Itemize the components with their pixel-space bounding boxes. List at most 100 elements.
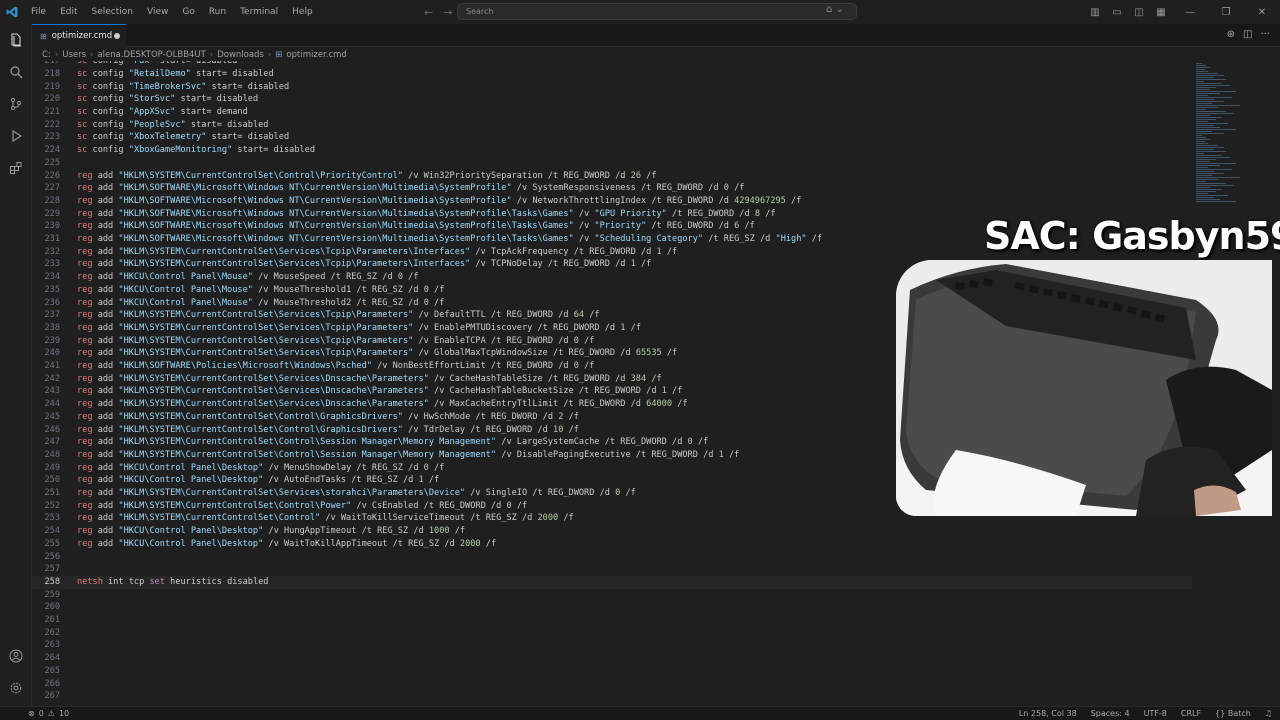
breadcrumb-file[interactable]: optimizer.cmd xyxy=(286,50,346,60)
run-debug-icon[interactable] xyxy=(0,122,32,150)
explorer-icon[interactable] xyxy=(0,26,32,54)
code-line[interactable]: 256 xyxy=(32,551,1192,564)
code-line[interactable]: 221 sc config "AppXSvc" start= demand xyxy=(32,106,1192,119)
minimap-line xyxy=(1196,85,1230,86)
code-line[interactable]: 257 xyxy=(32,563,1192,576)
chevron-right-icon: › xyxy=(54,49,59,60)
split-editor-icon[interactable]: ◫ xyxy=(1243,29,1252,40)
minimap-line xyxy=(1196,119,1216,120)
line-number: 266 xyxy=(44,678,60,689)
minimap-line xyxy=(1196,105,1240,106)
code-line[interactable]: 228 reg add "HKLM\SOFTWARE\Microsoft\Wind… xyxy=(32,195,1192,208)
menu-view[interactable]: View xyxy=(140,0,175,24)
copilot-icon[interactable]: ⌂ ⌄ xyxy=(826,4,844,15)
code-line[interactable]: 262 xyxy=(32,627,1192,640)
code-line[interactable]: 267 xyxy=(32,690,1192,703)
code-line[interactable]: 263 xyxy=(32,639,1192,652)
code-line[interactable]: 217 sc config "Fax" start= disabled xyxy=(32,61,1192,68)
close-icon[interactable]: ✕ xyxy=(1244,7,1280,18)
minimize-icon[interactable]: — xyxy=(1172,7,1208,18)
line-number: 227 xyxy=(44,183,60,194)
line-number: 250 xyxy=(44,475,60,486)
line-code: reg add "HKLM\SYSTEM\CurrentControlSet\S… xyxy=(77,348,678,359)
source-control-icon[interactable] xyxy=(0,90,32,118)
code-line[interactable]: 260 xyxy=(32,601,1192,614)
code-line[interactable]: 226 reg add "HKLM\SYSTEM\CurrentControlSe… xyxy=(32,170,1192,183)
notifications-bell-icon[interactable]: ♫ xyxy=(1265,709,1272,718)
line-code: sc config "XboxGameMonitoring" start= di… xyxy=(77,145,316,156)
code-line[interactable]: 225 xyxy=(32,157,1192,170)
tab-label: optimizer.cmd xyxy=(51,31,113,41)
code-line[interactable]: 222 sc config "PeopleSvc" start= disabled xyxy=(32,119,1192,132)
minimap-line xyxy=(1196,111,1226,112)
unsaved-dot-icon[interactable] xyxy=(114,33,120,39)
encoding[interactable]: UTF-8 xyxy=(1144,709,1167,718)
forward-arrow-icon[interactable]: → xyxy=(443,6,452,19)
minimap-line xyxy=(1196,133,1224,134)
back-arrow-icon[interactable]: ← xyxy=(424,6,433,19)
line-ending[interactable]: CRLF xyxy=(1181,709,1201,718)
code-line[interactable]: 255 reg add "HKCU\Control Panel\Desktop" … xyxy=(32,538,1192,551)
warning-count: 10 xyxy=(58,709,70,718)
minimap-line xyxy=(1196,173,1224,174)
manage-gear-icon[interactable] xyxy=(0,674,32,702)
code-line[interactable]: 254 reg add "HKCU\Control Panel\Desktop" … xyxy=(32,525,1192,538)
code-line[interactable]: 265 xyxy=(32,665,1192,678)
breadcrumb-downloads[interactable]: Downloads xyxy=(217,50,264,60)
webcam-overlay xyxy=(896,260,1272,516)
menu-run[interactable]: Run xyxy=(202,0,233,24)
code-line[interactable]: 264 xyxy=(32,652,1192,665)
line-code: sc config "Fax" start= disabled xyxy=(77,61,238,67)
panel-toggle-icon[interactable]: ▭ xyxy=(1106,7,1128,18)
activity-bar xyxy=(0,24,32,706)
menu-file[interactable]: File xyxy=(24,0,53,24)
layout-toggle-icon[interactable]: ▥ xyxy=(1084,7,1106,18)
code-line[interactable]: 220 sc config "StorSvc" start= disabled xyxy=(32,93,1192,106)
menu-terminal[interactable]: Terminal xyxy=(233,0,285,24)
indentation[interactable]: Spaces: 4 xyxy=(1091,709,1130,718)
line-number: 233 xyxy=(44,259,60,270)
minimap-line xyxy=(1196,101,1224,102)
problems-indicator[interactable]: ⊗ 0 ⚠ 10 xyxy=(28,709,69,718)
menu-edit[interactable]: Edit xyxy=(53,0,84,24)
language-mode[interactable]: {} Batch xyxy=(1215,709,1251,718)
code-line[interactable]: 218 sc config "RetailDemo" start= disable… xyxy=(32,68,1192,81)
code-line[interactable]: 227 reg add "HKLM\SOFTWARE\Microsoft\Wind… xyxy=(32,182,1192,195)
breadcrumb-drive[interactable]: C: xyxy=(42,50,51,60)
line-code: reg add "HKCU\Control Panel\Mouse" /v Mo… xyxy=(77,284,445,295)
menu-selection[interactable]: Selection xyxy=(85,0,140,24)
minimap-line xyxy=(1196,143,1208,144)
code-line[interactable]: 258 netsh int tcp set heuristics disabled xyxy=(32,575,1192,589)
chevron-right-icon: › xyxy=(90,49,94,60)
line-number: 224 xyxy=(44,145,60,156)
extensions-icon[interactable] xyxy=(0,154,32,182)
copilot-chat-icon[interactable]: ⊛ xyxy=(1227,29,1235,40)
code-line[interactable]: 261 xyxy=(32,614,1192,627)
breadcrumb: C: › Users › alena.DESKTOP-OLBB4UT › Dow… xyxy=(42,48,347,61)
code-line[interactable]: 259 xyxy=(32,589,1192,602)
minimap-line xyxy=(1196,167,1208,168)
code-line[interactable]: 224 sc config "XboxGameMonitoring" start=… xyxy=(32,144,1192,157)
account-icon[interactable] xyxy=(0,642,32,670)
line-code: reg add "HKLM\SYSTEM\CurrentControlSet\S… xyxy=(77,399,688,410)
tab-optimizer-cmd[interactable]: ⊞ optimizer.cmd xyxy=(32,24,126,47)
code-line[interactable]: 266 xyxy=(32,678,1192,691)
breadcrumb-users[interactable]: Users xyxy=(62,50,86,60)
tab-actions: ⊛ ◫ ··· xyxy=(1227,29,1270,40)
command-center-search[interactable]: Search xyxy=(457,3,857,20)
secondary-sidebar-icon[interactable]: ◫ xyxy=(1128,7,1150,18)
menu-bar: File Edit Selection View Go Run Terminal… xyxy=(24,0,320,24)
line-code: sc config "StorSvc" start= disabled xyxy=(77,94,259,105)
menu-go[interactable]: Go xyxy=(175,0,201,24)
restore-icon[interactable]: ❐ xyxy=(1208,7,1244,18)
code-line[interactable]: 223 sc config "XboxTelemetry" start= disa… xyxy=(32,131,1192,144)
menu-help[interactable]: Help xyxy=(285,0,320,24)
search-icon[interactable] xyxy=(0,58,32,86)
cursor-position[interactable]: Ln 258, Col 38 xyxy=(1019,709,1077,718)
minimap-line xyxy=(1196,181,1206,182)
customize-layout-icon[interactable]: ▦ xyxy=(1150,7,1172,18)
minimap-line xyxy=(1196,67,1210,68)
more-actions-icon[interactable]: ··· xyxy=(1260,29,1270,40)
code-line[interactable]: 219 sc config "TimeBrokerSvc" start= disa… xyxy=(32,81,1192,94)
breadcrumb-user[interactable]: alena.DESKTOP-OLBB4UT xyxy=(97,50,205,60)
